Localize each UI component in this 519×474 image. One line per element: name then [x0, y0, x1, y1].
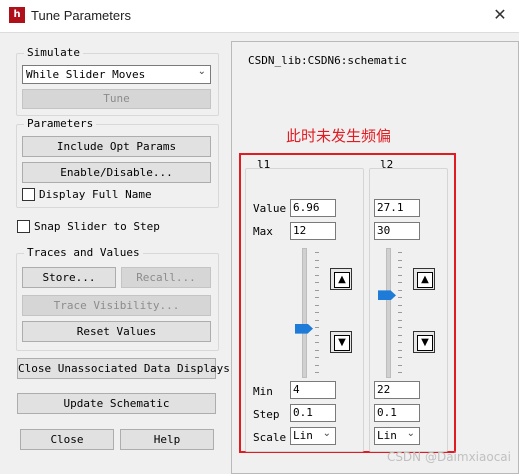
trace-visibility-button[interactable]: Trace Visibility...: [22, 295, 211, 316]
arrow-down-icon: ▼: [417, 335, 433, 351]
slider-tick: [315, 267, 319, 268]
param-l1-decrease-button[interactable]: ▼: [330, 331, 352, 353]
window-title: Tune Parameters: [31, 8, 131, 23]
param-l1-scale-select[interactable]: Lin ⌄: [290, 427, 336, 445]
help-button[interactable]: Help: [120, 429, 214, 450]
slider-tick: [315, 274, 319, 276]
chevron-down-icon: ⌄: [322, 428, 331, 439]
param-l1-scale-value: Lin: [293, 429, 313, 442]
slider-tick: [398, 342, 402, 343]
param-l2-min-input[interactable]: 22: [374, 381, 420, 399]
schematic-name: CSDN_lib:CSDN6:schematic: [248, 54, 407, 67]
slider-tick: [315, 319, 319, 321]
param-l2-max-input[interactable]: 30: [374, 222, 420, 240]
parameters-group-label: Parameters: [24, 117, 97, 130]
slider-tick: [398, 319, 402, 321]
traces-group-label: Traces and Values: [24, 246, 143, 259]
value-label-l1: Value: [253, 202, 287, 215]
store-button[interactable]: Store...: [22, 267, 116, 288]
slider-tick: [315, 334, 319, 336]
param-l1-increase-button[interactable]: ▲: [330, 268, 352, 290]
update-schematic-button[interactable]: Update Schematic: [17, 393, 216, 414]
annotation-text: 此时未发生频偏: [286, 127, 392, 145]
arrow-down-icon: ▼: [334, 335, 350, 351]
param-l2-decrease-button[interactable]: ▼: [413, 331, 435, 353]
slider-tick: [398, 297, 402, 298]
slider-tick: [398, 252, 402, 253]
tune-button[interactable]: Tune: [22, 89, 211, 109]
snap-slider-checkbox[interactable]: [17, 220, 30, 233]
display-full-name-checkbox[interactable]: [22, 188, 35, 201]
param-l1-value-input[interactable]: 6.96: [290, 199, 336, 217]
param-l2-scale-select[interactable]: Lin ⌄: [374, 427, 420, 445]
param-l2-slider-track[interactable]: [386, 248, 391, 378]
max-label-l1: Max: [253, 225, 273, 238]
close-window-icon[interactable]: ✕: [489, 4, 511, 26]
slider-tick: [315, 312, 319, 313]
slider-tick: [315, 364, 319, 366]
slider-tick: [398, 304, 402, 306]
slider-tick: [315, 357, 319, 358]
slider-tick: [398, 267, 402, 268]
close-unassociated-button[interactable]: Close Unassociated Data Displays: [17, 358, 230, 379]
slider-tick: [315, 259, 319, 261]
chevron-down-icon: ⌄: [197, 66, 206, 77]
slider-tick: [398, 312, 402, 313]
slider-tick: [315, 289, 319, 291]
watermark: CSDN @Daimxiaocai: [386, 450, 511, 464]
display-full-name-label: Display Full Name: [39, 188, 152, 201]
slider-tick: [398, 327, 402, 328]
slider-tick: [315, 304, 319, 306]
param-l1-step-input[interactable]: 0.1: [290, 404, 336, 422]
slider-tick: [398, 282, 402, 283]
scale-label-l1: Scale: [253, 431, 287, 444]
title-bar: h Tune Parameters ✕: [0, 0, 519, 33]
param-l1-min-input[interactable]: 4: [290, 381, 336, 399]
param-l1-max-input[interactable]: 12: [290, 222, 336, 240]
recall-button[interactable]: Recall...: [121, 267, 211, 288]
simulate-mode-select[interactable]: While Slider Moves ⌄: [22, 65, 211, 84]
enable-disable-button[interactable]: Enable/Disable...: [22, 162, 211, 183]
min-label-l1: Min: [253, 385, 273, 398]
chevron-down-icon: ⌄: [406, 428, 415, 439]
reset-values-button[interactable]: Reset Values: [22, 321, 211, 342]
snap-slider-label: Snap Slider to Step: [34, 220, 160, 233]
slider-tick: [315, 349, 319, 351]
slider-tick: [398, 372, 402, 373]
slider-tick: [315, 372, 319, 373]
app-logo-icon: h: [9, 7, 25, 23]
slider-tick: [398, 334, 402, 336]
param-l2-value-input[interactable]: 27.1: [374, 199, 420, 217]
param-l2-step-input[interactable]: 0.1: [374, 404, 420, 422]
arrow-up-icon: ▲: [417, 272, 433, 288]
include-opt-params-button[interactable]: Include Opt Params: [22, 136, 211, 157]
param-l1-slider-track[interactable]: [302, 248, 307, 378]
param-l2-scale-value: Lin: [377, 429, 397, 442]
slider-tick: [315, 297, 319, 298]
slider-tick: [398, 357, 402, 358]
arrow-up-icon: ▲: [334, 272, 350, 288]
slider-tick: [315, 252, 319, 253]
slider-tick: [398, 349, 402, 351]
param-l2-increase-button[interactable]: ▲: [413, 268, 435, 290]
close-button[interactable]: Close: [20, 429, 114, 450]
slider-tick: [315, 342, 319, 343]
slider-tick: [398, 289, 402, 291]
slider-tick: [398, 259, 402, 261]
slider-tick: [315, 327, 319, 328]
slider-tick: [315, 282, 319, 283]
step-label-l1: Step: [253, 408, 280, 421]
slider-tick: [398, 274, 402, 276]
simulate-mode-value: While Slider Moves: [26, 68, 146, 81]
simulate-group-label: Simulate: [24, 46, 83, 59]
slider-tick: [398, 364, 402, 366]
